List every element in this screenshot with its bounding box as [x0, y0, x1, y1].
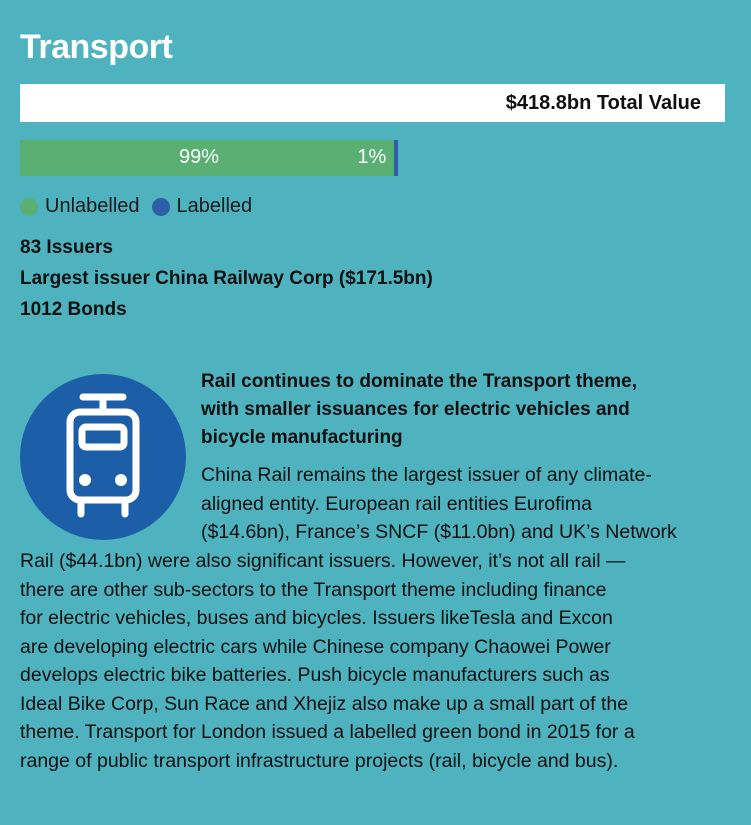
- total-value-label: $418.8bn Total Value: [505, 92, 701, 114]
- body-paragraph-rest: Rail ($44.1bn) were also significant iss…: [20, 547, 745, 775]
- transport-card: Transport $418.8bn Total Value 99% 1% Unl…: [0, 0, 751, 825]
- labelled-split-bar: 99% 1%: [20, 140, 398, 176]
- legend-label-labelled: Labelled: [176, 195, 253, 217]
- bar-segment-labelled: [394, 140, 398, 176]
- legend-label-unlabelled: Unlabelled: [45, 195, 140, 217]
- body-line: for electric vehicles, buses and bicycle…: [20, 607, 613, 629]
- legend: Unlabelled Labelled: [20, 195, 264, 218]
- section-title: Transport: [20, 28, 173, 66]
- tram-icon: [20, 374, 186, 540]
- body-line: range of public transport infrastructure…: [20, 749, 619, 772]
- body-line: there are other sub-sectors to the Trans…: [20, 578, 607, 601]
- legend-item-labelled: Labelled: [151, 195, 253, 218]
- body-line: ($14.6bn), France’s SNCF ($11.0bn) and U…: [201, 521, 677, 543]
- bond-count: 1012 Bonds: [20, 299, 127, 320]
- legend-item-unlabelled: Unlabelled: [20, 195, 140, 218]
- legend-dot-unlabelled: [20, 197, 38, 216]
- legend-dot-labelled: [151, 197, 170, 216]
- largest-issuer: Largest issuer China Railway Corp ($171.…: [20, 268, 433, 289]
- body-line: are developing electric cars while Chine…: [20, 635, 611, 658]
- lead-heading: Rail continues to dominate the Transport…: [201, 368, 731, 452]
- body-paragraph-top: China Rail remains the largest issuer of…: [201, 461, 741, 547]
- body-line: aligned entity. European rail entities E…: [201, 492, 592, 515]
- stats-block: 83 Issuers Largest issuer China Railway …: [20, 232, 433, 325]
- body-line: Ideal Bike Corp, Sun Race and Xhejiz als…: [20, 692, 629, 715]
- bar-label-labelled: 1%: [357, 146, 387, 168]
- body-line: Rail ($44.1bn) were also significant iss…: [20, 550, 626, 572]
- issuer-count: 83 Issuers: [20, 237, 113, 258]
- body-line: theme. Transport for London issued a lab…: [20, 721, 635, 743]
- body-line: China Rail remains the largest issuer of…: [201, 464, 652, 486]
- lead-line: Rail continues to dominate the Transport…: [201, 371, 637, 392]
- total-value-bar: $418.8bn Total Value: [20, 84, 725, 122]
- lead-line: bicycle manufacturing: [201, 427, 403, 448]
- body-line: develops electric bike batteries. Push b…: [20, 664, 610, 686]
- lead-line: with smaller issuances for electric vehi…: [201, 399, 630, 420]
- bar-label-unlabelled: 99%: [179, 146, 220, 168]
